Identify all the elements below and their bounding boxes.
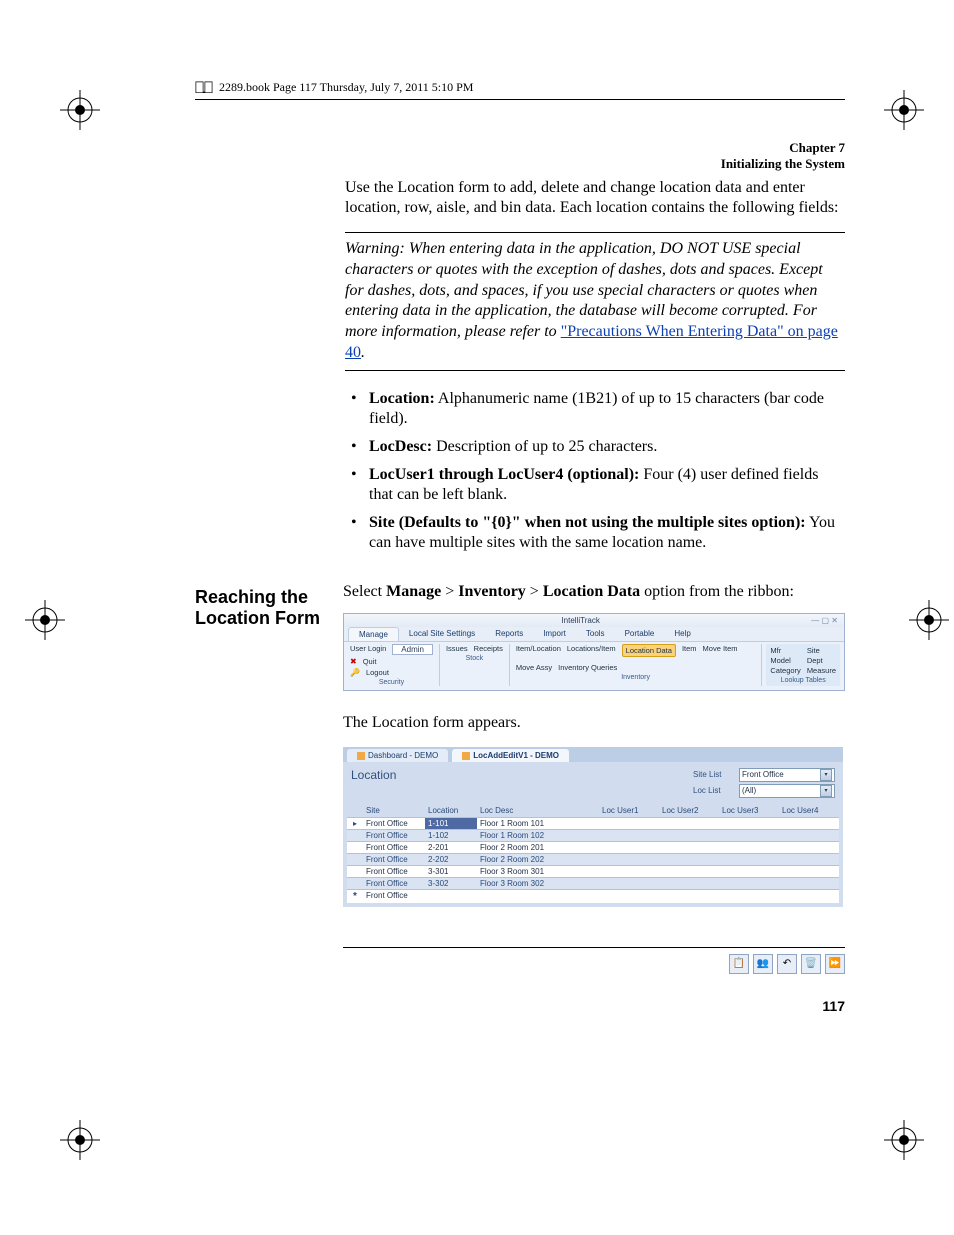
section-heading: Reaching the Location Form: [195, 583, 323, 630]
table-row[interactable]: Front Office2-201Floor 2 Room 201: [347, 841, 839, 853]
record-toolbar: 📋👥↶🗑️⏩: [343, 954, 845, 974]
header-text: 2289.book Page 117 Thursday, July 7, 201…: [219, 80, 473, 95]
toolbar-button[interactable]: 👥: [753, 954, 773, 974]
column-header[interactable]: Loc User3: [719, 804, 779, 817]
table-row[interactable]: Front Office: [347, 889, 839, 903]
site-list-label: Site List: [693, 770, 733, 779]
inventory-item[interactable]: Move Item: [703, 644, 738, 657]
field-item: Location: Alphanumeric name (1B21) of up…: [345, 389, 845, 429]
inventory-item[interactable]: Inventory Queries: [558, 663, 617, 672]
book-icon: [195, 81, 213, 95]
chapter-number: Chapter 7: [195, 140, 845, 156]
registration-mark-icon: [60, 90, 100, 130]
registration-mark-icon: [884, 90, 924, 130]
ribbon-tab[interactable]: Help: [664, 627, 700, 641]
inventory-item[interactable]: Move Assy: [516, 663, 552, 672]
logout-button[interactable]: Logout: [366, 668, 389, 677]
toolbar-button[interactable]: ↶: [777, 954, 797, 974]
loc-list-dropdown[interactable]: (All)▾: [739, 784, 835, 798]
site-list-dropdown[interactable]: Front Office▾: [739, 768, 835, 782]
chevron-down-icon: ▾: [820, 785, 832, 797]
user-login-dropdown[interactable]: Admin: [392, 644, 433, 655]
table-row[interactable]: Front Office1-102Floor 1 Room 102: [347, 829, 839, 841]
security-group: User Login Admin ✖Quit 🔑Logout Security: [348, 644, 440, 686]
registration-mark-icon: [884, 1120, 924, 1160]
ribbon-tab[interactable]: Reports: [485, 627, 533, 641]
table-row[interactable]: Front Office1-101Floor 1 Room 101: [347, 817, 839, 829]
loc-list-label: Loc List: [693, 786, 733, 795]
warning-paragraph: Warning: When entering data in the appli…: [345, 239, 845, 364]
inventory-item[interactable]: Location Data: [622, 644, 676, 657]
stock-group: IssuesReceipts Stock: [444, 644, 510, 686]
registration-mark-icon: [60, 1120, 100, 1160]
form-tab[interactable]: LocAddEditV1 - DEMO: [452, 749, 569, 762]
running-header: 2289.book Page 117 Thursday, July 7, 201…: [195, 80, 845, 100]
lookup-item[interactable]: Model: [770, 656, 800, 665]
lookup-item[interactable]: Dept: [807, 656, 836, 665]
chapter-title: Initializing the System: [195, 156, 845, 172]
toolbar-button[interactable]: 📋: [729, 954, 749, 974]
window-controls[interactable]: — ▢ ✕: [811, 616, 838, 625]
lookup-item[interactable]: Site: [807, 646, 836, 655]
page-number: 117: [822, 998, 845, 1014]
nav-instruction: Select Manage > Inventory > Location Dat…: [343, 583, 845, 601]
ribbon-tab[interactable]: Local Site Settings: [399, 627, 485, 641]
ribbon-tab[interactable]: Portable: [615, 627, 665, 641]
ribbon-screenshot: IntelliTrack — ▢ ✕ ManageLocal Site Sett…: [343, 613, 845, 691]
inventory-item[interactable]: Locations/Item: [567, 644, 616, 657]
location-grid-body: Front Office1-101Floor 1 Room 101Front O…: [347, 817, 839, 903]
ribbon-tab[interactable]: Manage: [348, 627, 399, 641]
app-title: IntelliTrack: [561, 616, 599, 625]
ribbon-tabs: ManageLocal Site SettingsReportsImportTo…: [344, 627, 844, 641]
location-form-screenshot: Dashboard - DEMO LocAddEditV1 - DEMO Loca…: [343, 747, 843, 907]
table-row[interactable]: Front Office2-202Floor 2 Room 202: [347, 853, 839, 865]
location-grid-header: SiteLocationLoc DescLoc User1Loc User2Lo…: [347, 804, 839, 817]
registration-mark-icon: [25, 600, 65, 640]
toolbar-button[interactable]: 🗑️: [801, 954, 821, 974]
ribbon-tab[interactable]: Tools: [576, 627, 615, 641]
ribbon-tab[interactable]: Import: [533, 627, 576, 641]
lookup-tables-group: MfrSiteModelDeptCategoryMeasure Lookup T…: [766, 644, 840, 686]
column-header[interactable]: [347, 804, 363, 817]
field-item: Site (Defaults to "{0}" when not using t…: [345, 513, 845, 553]
lookup-item[interactable]: Measure: [807, 666, 836, 675]
column-header[interactable]: Loc User1: [599, 804, 659, 817]
field-item: LocUser1 through LocUser4 (optional): Fo…: [345, 465, 845, 505]
form-tab[interactable]: Dashboard - DEMO: [347, 749, 448, 762]
field-item: LocDesc: Description of up to 25 charact…: [345, 437, 845, 457]
divider: [345, 232, 845, 233]
fields-list: Location: Alphanumeric name (1B21) of up…: [345, 389, 845, 553]
stock-item[interactable]: Receipts: [474, 644, 503, 653]
chevron-down-icon: ▾: [820, 769, 832, 781]
intro-paragraph: Use the Location form to add, delete and…: [345, 178, 845, 218]
stock-item[interactable]: Issues: [446, 644, 468, 653]
inventory-item[interactable]: Item: [682, 644, 697, 657]
column-header[interactable]: Loc User4: [779, 804, 839, 817]
divider: [343, 947, 845, 948]
column-header[interactable]: Site: [363, 804, 425, 817]
inventory-item[interactable]: Item/Location: [516, 644, 561, 657]
table-row[interactable]: Front Office3-302Floor 3 Room 302: [347, 877, 839, 889]
location-form-title: Location: [351, 768, 396, 782]
inventory-group: Item/Location Locations/Item Location Data…: [514, 644, 763, 686]
table-row[interactable]: Front Office3-301Floor 3 Room 301: [347, 865, 839, 877]
lookup-item[interactable]: Mfr: [770, 646, 800, 655]
column-header[interactable]: Loc User2: [659, 804, 719, 817]
lookup-item[interactable]: Category: [770, 666, 800, 675]
registration-mark-icon: [909, 600, 949, 640]
form-appears-text: The Location form appears.: [343, 713, 845, 733]
column-header[interactable]: Location: [425, 804, 477, 817]
quit-button[interactable]: Quit: [363, 657, 377, 666]
column-header[interactable]: Loc Desc: [477, 804, 599, 817]
toolbar-button[interactable]: ⏩: [825, 954, 845, 974]
divider: [345, 370, 845, 371]
